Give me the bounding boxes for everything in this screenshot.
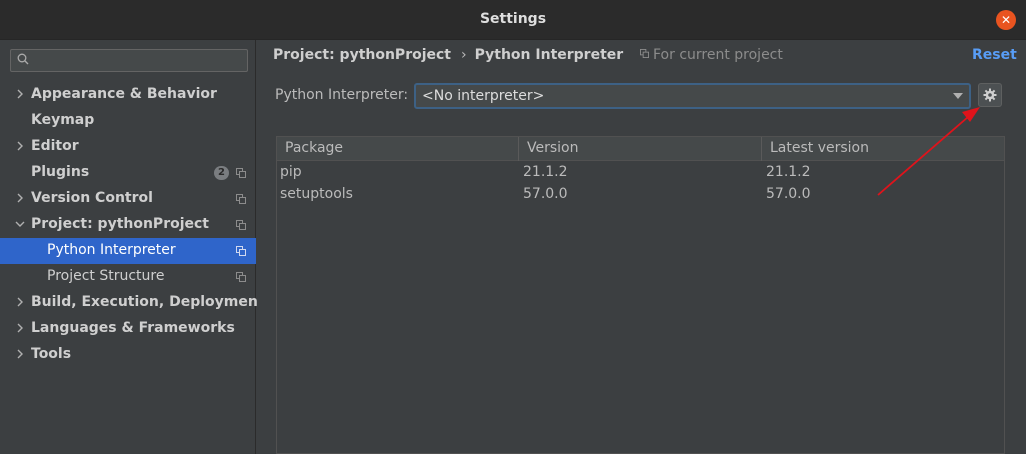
chevron-down-icon <box>15 221 25 227</box>
search-input[interactable] <box>35 52 240 69</box>
chevron-right-icon <box>17 323 23 333</box>
sidebar-item-label: Keymap <box>31 112 95 128</box>
chevron-right-icon <box>17 89 23 99</box>
chevron-right-icon <box>17 349 23 359</box>
sidebar-item-label: Python Interpreter <box>47 242 176 258</box>
settings-tree: Appearance & Behavior Keymap Editor Plug… <box>0 82 265 368</box>
plugins-update-badge: 2 <box>214 166 229 180</box>
table-row[interactable]: pip 21.1.2 21.1.2 <box>277 162 1004 184</box>
project-scope-icon <box>236 246 246 256</box>
table-row[interactable]: setuptools 57.0.0 57.0.0 <box>277 184 1004 206</box>
sidebar-item-label: Languages & Frameworks <box>31 320 235 336</box>
project-scope-icon <box>236 272 246 282</box>
column-divider[interactable] <box>761 137 762 161</box>
package-version: 21.1.2 <box>523 164 568 180</box>
package-latest-version: 57.0.0 <box>766 186 811 202</box>
gear-icon <box>983 88 997 102</box>
reset-link[interactable]: Reset <box>972 47 1017 63</box>
sidebar-item-label: Plugins <box>31 164 90 180</box>
sidebar-item-label: Appearance & Behavior <box>31 86 217 102</box>
project-scope-icon <box>236 194 246 204</box>
sidebar-item-label: Editor <box>31 138 79 154</box>
package-name: setuptools <box>280 186 353 202</box>
settings-content: Project: pythonProject › Python Interprete… <box>257 40 1026 454</box>
interpreter-label: Python Interpreter: <box>275 87 409 103</box>
sidebar-item-version-control[interactable]: Version Control <box>0 186 256 212</box>
scope-hint: For current project <box>640 47 783 63</box>
sidebar-item-label: Tools <box>31 346 72 362</box>
sidebar-item-appearance-behavior[interactable]: Appearance & Behavior <box>0 82 256 108</box>
column-divider[interactable] <box>518 137 519 161</box>
project-scope-icon <box>236 168 246 178</box>
sidebar-item-build-execution-deployment[interactable]: Build, Execution, Deployment <box>0 290 265 316</box>
package-name: pip <box>280 164 302 180</box>
settings-sidebar: Appearance & Behavior Keymap Editor Plug… <box>0 40 265 454</box>
interpreter-settings-button[interactable] <box>978 83 1002 107</box>
sidebar-item-label: Project Structure <box>47 268 165 284</box>
project-scope-icon <box>640 49 649 58</box>
dropdown-arrow-icon <box>953 93 963 99</box>
sidebar-item-label: Project: pythonProject <box>31 216 210 232</box>
settings-search[interactable] <box>10 49 248 72</box>
sidebar-item-label: Version Control <box>31 190 153 206</box>
sidebar-item-python-interpreter[interactable]: Python Interpreter <box>0 238 256 264</box>
breadcrumb-separator: › <box>461 47 467 63</box>
close-button[interactable]: ✕ <box>996 10 1016 30</box>
table-header: Package Version Latest version <box>277 137 1004 161</box>
column-header-package[interactable]: Package <box>285 140 343 156</box>
chevron-right-icon <box>17 193 23 203</box>
breadcrumb: Project: pythonProject › Python Interprete… <box>273 47 623 67</box>
sidebar-item-languages-frameworks[interactable]: Languages & Frameworks <box>0 316 256 342</box>
project-scope-icon <box>236 220 246 230</box>
search-icon <box>17 53 29 65</box>
sidebar-item-plugins[interactable]: Plugins 2 <box>0 160 256 186</box>
column-header-latest-version[interactable]: Latest version <box>770 140 869 156</box>
sidebar-item-tools[interactable]: Tools <box>0 342 256 368</box>
breadcrumb-project: Project: pythonProject <box>273 47 452 63</box>
packages-table: Package Version Latest version pip 21.1.… <box>276 136 1005 454</box>
package-version: 57.0.0 <box>523 186 568 202</box>
close-icon: ✕ <box>1000 13 1012 27</box>
sidebar-item-keymap[interactable]: Keymap <box>0 108 256 134</box>
sidebar-item-project[interactable]: Project: pythonProject <box>0 212 256 238</box>
interpreter-dropdown[interactable]: <No interpreter> <box>414 83 971 109</box>
breadcrumb-page: Python Interpreter <box>474 47 624 63</box>
sidebar-item-editor[interactable]: Editor <box>0 134 256 160</box>
column-header-version[interactable]: Version <box>527 140 578 156</box>
interpreter-value: <No interpreter> <box>422 88 545 104</box>
sidebar-item-project-structure[interactable]: Project Structure <box>0 264 256 290</box>
title-bar: Settings ✕ <box>0 0 1026 40</box>
chevron-right-icon <box>17 297 23 307</box>
window-title: Settings <box>479 11 547 27</box>
sidebar-item-label: Build, Execution, Deployment <box>31 294 265 310</box>
chevron-right-icon <box>17 141 23 151</box>
package-latest-version: 21.1.2 <box>766 164 811 180</box>
scope-label: For current project <box>653 47 783 63</box>
